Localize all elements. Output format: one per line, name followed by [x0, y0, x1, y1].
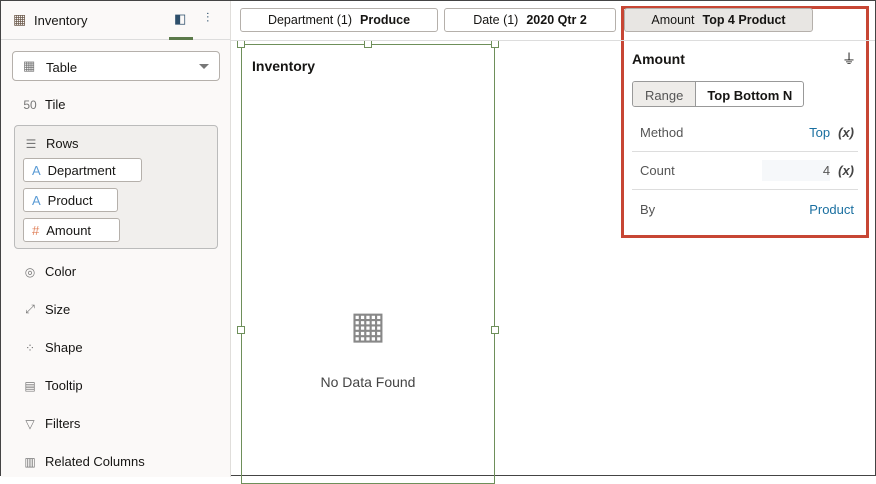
method-label: Method [640, 125, 684, 140]
filter-value: Produce [360, 13, 411, 27]
rows-header: ☰ Rows [24, 136, 79, 151]
filter-mode-toggle: Range Top Bottom N [632, 81, 805, 107]
by-row: By Product [632, 190, 858, 228]
attribute-icon: A [32, 162, 41, 178]
columns-icon: ▥ [24, 454, 36, 469]
method-expression-button[interactable]: (x) [838, 125, 854, 140]
tab-range[interactable]: Range [633, 82, 697, 106]
resize-handle[interactable] [237, 326, 245, 334]
filter-bar: Department (1) Produce Date (1) 2020 Qtr 2… [231, 1, 875, 41]
grammar-tab-icon[interactable]: ◧ [174, 11, 186, 27]
pill-label: Department [47, 162, 116, 178]
filter-amount[interactable]: Amount Top 4 Product [624, 8, 813, 32]
size-icon: ⤢ [25, 302, 35, 316]
method-value[interactable]: Top [809, 125, 830, 140]
tooltip-item[interactable]: ▤ Tooltip [23, 378, 83, 393]
tile-icon: 50 [23, 97, 37, 112]
viz-type-value: Table [46, 60, 78, 75]
row-pill-department[interactable]: A Department [23, 158, 142, 182]
related-columns-item[interactable]: ▥ Related Columns [23, 454, 145, 469]
filter-name: Department (1) [267, 13, 353, 27]
row-pill-product[interactable]: A Product [23, 188, 118, 212]
rows-icon: ☰ [25, 136, 37, 151]
resize-handle[interactable] [491, 326, 499, 334]
count-row: Count 4 (x) [632, 152, 858, 190]
count-input[interactable]: 4 [762, 160, 831, 181]
filter-value: 2020 Qtr 2 [526, 13, 587, 27]
properties-tab-icon[interactable]: ⫶ [206, 10, 209, 26]
measure-icon: # [32, 222, 40, 238]
by-value[interactable]: Product [809, 202, 854, 217]
color-item[interactable]: ◎ Color [23, 264, 76, 279]
filters-item[interactable]: ▽ Filters [23, 416, 80, 431]
resize-handle[interactable] [491, 40, 499, 48]
filter-name: Date (1) [473, 13, 519, 27]
resize-handle[interactable] [237, 40, 245, 48]
item-label: Size [45, 302, 71, 317]
panel-header: ▦ Inventory ◧ ⫶ [1, 1, 230, 40]
resize-handle[interactable] [364, 40, 372, 48]
chevron-down-icon [199, 64, 209, 69]
by-label: By [640, 201, 656, 217]
pill-label: Amount [46, 222, 92, 238]
rows-dropzone[interactable]: ☰ Rows A Department A Product # Amount [14, 125, 218, 249]
viz-title: Inventory [34, 13, 88, 28]
rows-label: Rows [46, 136, 79, 151]
attribute-icon: A [32, 192, 41, 208]
tile-label: Tile [45, 97, 66, 112]
table-icon: ▦ [13, 11, 27, 27]
item-label: Filters [45, 416, 81, 431]
item-label: Related Columns [45, 454, 145, 469]
popup-title: Amount [632, 51, 685, 67]
pill-label: Product [47, 192, 93, 208]
filter-icon: ▽ [25, 416, 35, 431]
item-label: Color [45, 264, 77, 279]
tooltip-icon: ▤ [24, 378, 36, 393]
active-tab-indicator [169, 37, 193, 40]
row-pill-amount[interactable]: # Amount [23, 218, 120, 242]
viz-canvas-title: Inventory [252, 58, 316, 74]
item-label: Shape [45, 340, 83, 355]
tab-top-bottom-n[interactable]: Top Bottom N [696, 82, 803, 106]
table-visualization[interactable]: Inventory ▦ No Data Found [241, 44, 495, 484]
shape-item[interactable]: ⁘ Shape [23, 340, 83, 355]
count-expression-button[interactable]: (x) [838, 163, 854, 178]
palette-icon: ◎ [24, 264, 36, 279]
tile-item[interactable]: 50 Tile [23, 97, 65, 112]
filter-name: Amount [651, 13, 695, 27]
item-label: Tooltip [45, 378, 83, 393]
size-item[interactable]: ⤢ Size [23, 302, 70, 317]
table-icon: ▦ [350, 305, 386, 347]
shape-icon: ⁘ [24, 340, 36, 355]
table-icon: ▦ [23, 58, 36, 73]
viz-type-select[interactable]: ▦ Table [12, 51, 220, 81]
filter-date[interactable]: Date (1) 2020 Qtr 2 [444, 8, 616, 32]
filter-value: Top 4 Product [702, 13, 786, 27]
left-panel: ▦ Inventory ◧ ⫶ ▦ Table 50 Tile ☰ Rows A De… [1, 1, 231, 477]
method-row: Method Top (x) [632, 114, 858, 152]
filter-department[interactable]: Department (1) Produce [240, 8, 438, 32]
no-data-message: No Data Found [320, 374, 416, 390]
clear-filter-icon[interactable]: ⏚ [842, 49, 856, 69]
count-label: Count [640, 163, 675, 178]
